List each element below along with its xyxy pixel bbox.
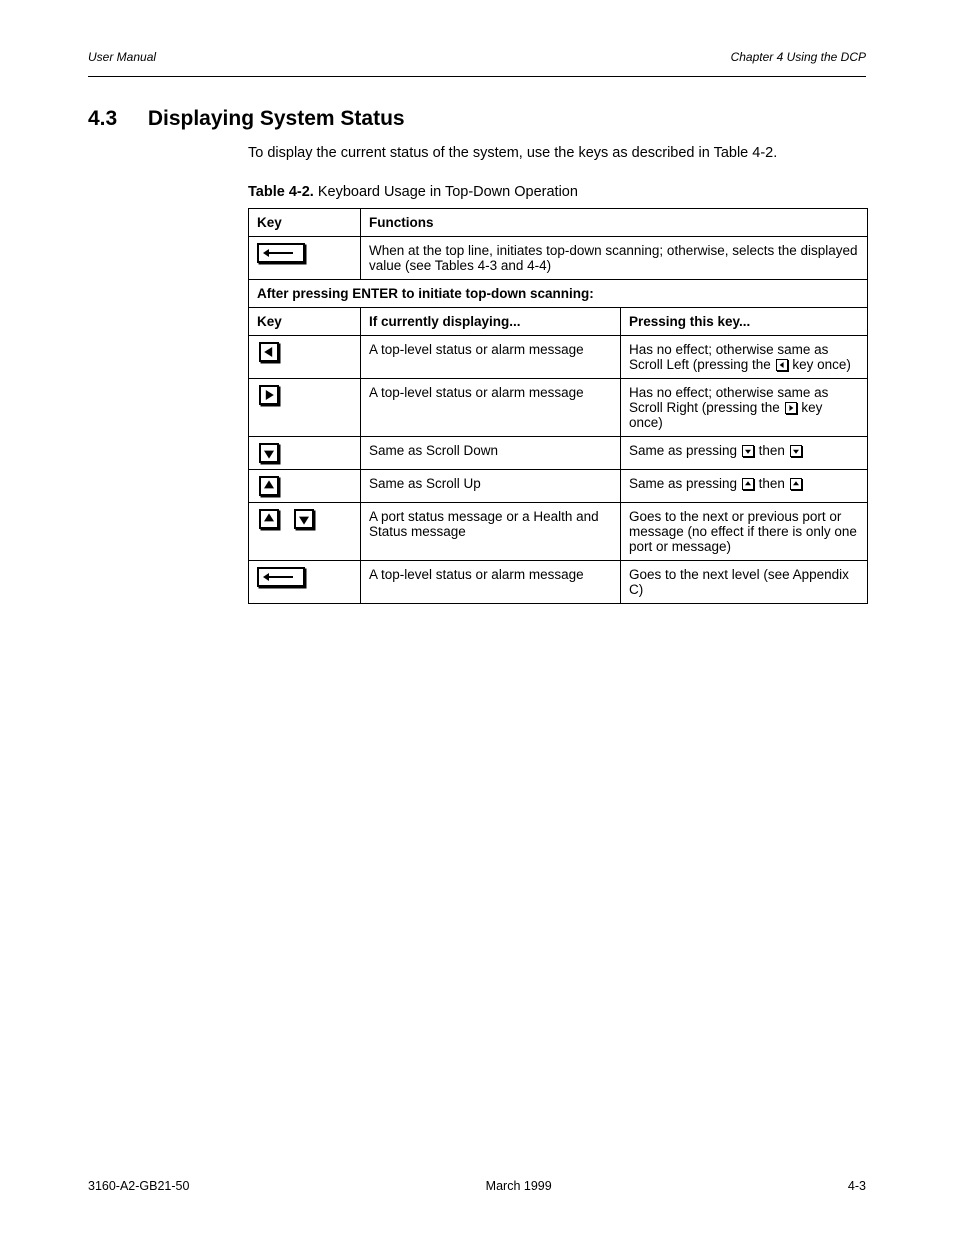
up-down-key-cell (249, 503, 361, 561)
row-up-if: Same as Scroll Up (361, 470, 621, 503)
section-divider-text: After pressing ENTER to initiate top-dow… (249, 280, 868, 308)
key-function-table: Key Functions When at the top line, init… (248, 208, 868, 604)
arrow-left-icon (776, 359, 788, 371)
arrow-down-icon (742, 445, 754, 457)
left-key-cell (249, 336, 361, 379)
intro-text: To display the current status of the sys… (248, 143, 866, 164)
arrow-up-icon (259, 509, 279, 529)
right-key-cell (249, 379, 361, 437)
row-right-press: Has no effect; otherwise same as Scroll … (621, 379, 868, 437)
row-updown-press: Goes to the next or previous port or mes… (621, 503, 868, 561)
enter-key-cell (249, 237, 361, 280)
row-enter2-press: Goes to the next level (see Appendix C) (621, 561, 868, 604)
col-functions: Functions (361, 209, 868, 237)
header-left: User Manual (88, 50, 156, 64)
enter-key-icon (257, 243, 305, 263)
footer-right: 4-3 (848, 1179, 866, 1193)
row-enter-top: When at the top line, initiates top-down… (249, 237, 868, 280)
row-down-if: Same as Scroll Down (361, 437, 621, 470)
arrow-up-icon (742, 478, 754, 490)
table-caption: Table 4-2. Keyboard Usage in Top-Down Op… (248, 184, 866, 200)
col-key-2: Key (249, 308, 361, 336)
row-updown-if: A port status message or a Health and St… (361, 503, 621, 561)
page-footer: 3160-A2-GB21-50 March 1999 4-3 (88, 1179, 866, 1193)
section-number: 4.3 (88, 107, 142, 131)
col-key: Key (249, 209, 361, 237)
arrow-down-icon (790, 445, 802, 457)
enter-key-icon (257, 567, 305, 587)
section-divider-row: After pressing ENTER to initiate top-dow… (249, 280, 868, 308)
running-header: User Manual Chapter 4 Using the DCP (88, 50, 866, 64)
row-up-press: Same as pressing then (621, 470, 868, 503)
page: User Manual Chapter 4 Using the DCP 4.3 … (0, 0, 954, 1235)
row-right-if: A top-level status or alarm message (361, 379, 621, 437)
up-key-cell (249, 470, 361, 503)
section-heading: 4.3 Displaying System Status (88, 107, 866, 131)
table-caption-number: Table 4-2. (248, 184, 314, 200)
row-left-press: Has no effect; otherwise same as Scroll … (621, 336, 868, 379)
footer-left: 3160-A2-GB21-50 (88, 1179, 189, 1193)
header-rule (88, 76, 866, 77)
arrow-up-icon (790, 478, 802, 490)
section-title: Displaying System Status (148, 107, 405, 130)
row-right: A top-level status or alarm message Has … (249, 379, 868, 437)
row-left-if: A top-level status or alarm message (361, 336, 621, 379)
arrow-down-icon (259, 443, 279, 463)
table-header-row-1: Key Functions (249, 209, 868, 237)
row-enter2-if: A top-level status or alarm message (361, 561, 621, 604)
enter-key-cell-2 (249, 561, 361, 604)
arrow-right-icon (785, 402, 797, 414)
row-enter-top-text: When at the top line, initiates top-down… (361, 237, 868, 280)
footer-center: March 1999 (486, 1179, 552, 1193)
table-header-row-2: Key If currently displaying... Pressing … (249, 308, 868, 336)
table-caption-text: Keyboard Usage in Top-Down Operation (318, 184, 578, 200)
row-down: Same as Scroll Down Same as pressing the… (249, 437, 868, 470)
down-key-cell (249, 437, 361, 470)
arrow-left-icon (259, 342, 279, 362)
arrow-right-icon (259, 385, 279, 405)
col-if-displaying: If currently displaying... (361, 308, 621, 336)
arrow-down-icon (294, 509, 314, 529)
row-left: A top-level status or alarm message Has … (249, 336, 868, 379)
row-down-press: Same as pressing then (621, 437, 868, 470)
header-right: Chapter 4 Using the DCP (731, 50, 866, 64)
row-up: Same as Scroll Up Same as pressing then (249, 470, 868, 503)
row-up-down: A port status message or a Health and St… (249, 503, 868, 561)
col-pressing: Pressing this key... (621, 308, 868, 336)
arrow-up-icon (259, 476, 279, 496)
row-enter-bottom: A top-level status or alarm message Goes… (249, 561, 868, 604)
